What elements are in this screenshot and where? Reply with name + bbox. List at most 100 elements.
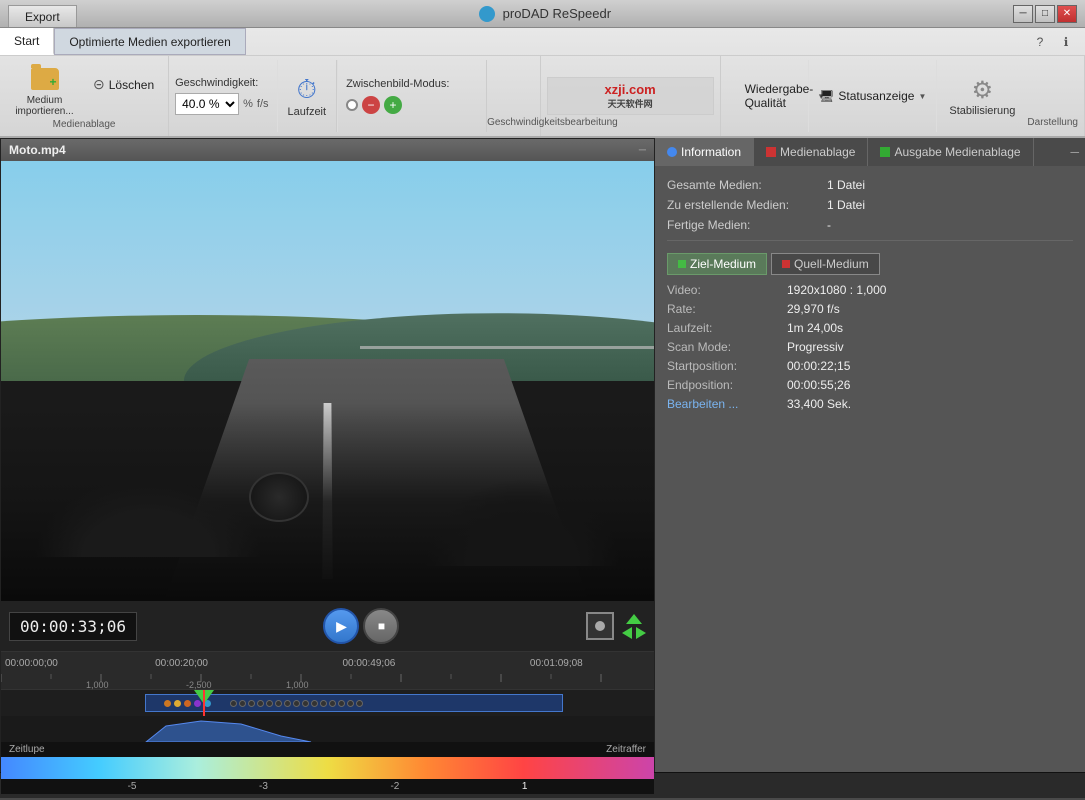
play-button[interactable]: ▶ (323, 608, 359, 644)
speed-tick--2: -2 (390, 781, 399, 792)
quell-medium-tab[interactable]: Quell-Medium (771, 253, 880, 275)
road-scene (1, 161, 654, 601)
watermark-subtext: 天天软件网 (556, 97, 705, 110)
ziel-dot (678, 260, 686, 268)
ruler-label-0: 00:00:00;00 (5, 658, 58, 669)
tab-medienablage-label: Medienablage (780, 145, 855, 159)
start-detail-value: 00:00:22;15 (787, 359, 850, 373)
tick-row: 1,000 -2,500 1,000 (1, 674, 654, 690)
zeitlupe-label: Zeitlupe (9, 744, 45, 755)
stop-button[interactable]: ■ (363, 608, 399, 644)
stabilisierung-button[interactable]: ⚙ Stabilisierung (937, 60, 1027, 132)
ribbon-group-geschwindigkeit: Geschwindigkeit: 40.0 % % f/s ⏱ Laufzeit… (169, 56, 540, 136)
playhead-line (203, 690, 205, 716)
rate-detail-value: 29,970 f/s (787, 302, 840, 316)
timeline-ruler: 00:00:00;00 00:00:20;00 00:00:49;06 00:0… (1, 652, 654, 674)
empty-dot-1 (230, 700, 237, 707)
minimize-button[interactable]: ─ (1013, 5, 1033, 23)
speed-unit-percent: % (243, 98, 253, 110)
bearbeiten-detail-label[interactable]: Bearbeiten ... (667, 397, 787, 411)
main-area: Moto.mp4 ─ 00:00:33;06 (0, 138, 1085, 772)
medium-tabs: Ziel-Medium Quell-Medium (667, 253, 1073, 275)
video-title: Moto.mp4 (9, 143, 66, 157)
time-display: 00:00:33;06 (9, 612, 137, 641)
speed-unit-fps: f/s (257, 98, 269, 110)
empty-dot-10 (311, 700, 318, 707)
empty-dot-12 (329, 700, 336, 707)
record-button[interactable] (586, 612, 614, 640)
toggle-plus-button[interactable]: + (384, 96, 402, 114)
nav-right-arrow[interactable] (636, 627, 646, 639)
medienablage-group-label: Medienablage (53, 119, 116, 132)
tab-information-label: Information (681, 145, 741, 159)
toggle-minus-button[interactable]: − (362, 96, 380, 114)
empty-dot-15 (356, 700, 363, 707)
tab-medienablage[interactable]: Medienablage (754, 138, 868, 166)
tab-information[interactable]: Information (655, 138, 754, 166)
medien-tab-dot (766, 147, 776, 157)
wiedergabe-button[interactable]: Wiedergabe-Qualität ▼ (737, 80, 799, 112)
speed-dropdown[interactable]: 40.0 % (175, 93, 239, 115)
right-panel-minimize[interactable]: ─ (1064, 138, 1085, 166)
speed-row: 40.0 % % f/s (175, 93, 268, 115)
tick-svg: 1,000 -2,500 1,000 (1, 674, 654, 690)
speed-tick--5: -5 (128, 781, 137, 792)
ribbon-tab-optimized[interactable]: Optimierte Medien exportieren (54, 28, 245, 55)
ziel-medium-tab[interactable]: Ziel-Medium (667, 253, 767, 275)
ruler-label-1: 00:00:20;00 (88, 658, 275, 669)
export-tab[interactable]: Export (8, 5, 77, 27)
bearbeiten-detail-value: 33,400 Sek. (787, 397, 851, 411)
scan-detail-value: Progressiv (787, 340, 844, 354)
import-button[interactable]: + Medium importieren... (8, 61, 81, 119)
laufzeit-detail-row: Laufzeit: 1m 24,00s (667, 321, 1073, 335)
help-icon[interactable]: ? (1029, 31, 1051, 53)
guardrail (360, 346, 654, 349)
speed-label: Geschwindigkeit: (175, 77, 268, 89)
rate-detail-row: Rate: 29,970 f/s (667, 302, 1073, 316)
restore-button[interactable]: □ (1035, 5, 1055, 23)
speedometer (249, 472, 309, 522)
nav-up-arrow[interactable] (626, 614, 642, 624)
status-button[interactable]: 🖥 Statusanzeige ▼ (819, 89, 926, 103)
empty-dot-14 (347, 700, 354, 707)
gear-icon: ⚙ (972, 76, 994, 105)
tab-ausgabe[interactable]: Ausgabe Medienablage (868, 138, 1033, 166)
empty-dot-13 (338, 700, 345, 707)
clock-icon: ⏱ (297, 74, 317, 106)
ruler-label-2: 00:00:49;06 (275, 658, 462, 669)
right-content: Gesamte Medien: 1 Datei Zu erstellende M… (655, 166, 1085, 772)
start-detail-label: Startposition: (667, 359, 787, 373)
radio-off[interactable] (346, 99, 358, 111)
empty-dot-7 (284, 700, 291, 707)
zwischenbild-group: Zwischenbild-Modus: − + (337, 60, 487, 132)
speed-gradient-bar (1, 757, 654, 779)
laufzeit-label: Laufzeit (288, 106, 327, 118)
quell-dot (782, 260, 790, 268)
empty-dot-8 (293, 700, 300, 707)
video-title-bar: Moto.mp4 ─ (1, 139, 654, 161)
empty-dot-5 (266, 700, 273, 707)
folder-icon: + (29, 63, 61, 95)
ribbon-right-icons: ? ℹ (1029, 28, 1085, 55)
info-icon[interactable]: ℹ (1055, 31, 1077, 53)
delete-button[interactable]: ⊝ Löschen (87, 74, 160, 95)
window-controls: ─ □ ✕ (1013, 5, 1077, 23)
right-tabs: Information Medienablage Ausgabe Mediena… (655, 138, 1085, 166)
laufzeit-detail-value: 1m 24,00s (787, 321, 843, 335)
timeline-tracks[interactable]: 1,000 -2,500 1,000 (1, 674, 654, 742)
close-button[interactable]: ✕ (1057, 5, 1077, 23)
svg-text:1,000: 1,000 (86, 680, 109, 690)
laufzeit-button[interactable]: ⏱ Laufzeit (278, 60, 338, 132)
video-detail-row: Video: 1920x1080 : 1,000 (667, 283, 1073, 297)
video-display (1, 161, 654, 601)
zeitraffer-label: Zeitraffer (606, 744, 646, 755)
ribbon-group-medienablage: + Medium importieren... ⊝ Löschen Medien… (0, 56, 169, 136)
svg-text:-2,500: -2,500 (186, 680, 212, 690)
empty-dot-2 (239, 700, 246, 707)
ribbon-tab-start[interactable]: Start (0, 28, 54, 55)
fertige-value: - (827, 218, 831, 232)
status-label: Statusanzeige (838, 89, 914, 103)
title-bar: Export proDAD ReSpeedr ─ □ ✕ (0, 0, 1085, 28)
nav-left-arrow[interactable] (622, 627, 632, 639)
video-minimize-icon[interactable]: ─ (639, 145, 646, 156)
